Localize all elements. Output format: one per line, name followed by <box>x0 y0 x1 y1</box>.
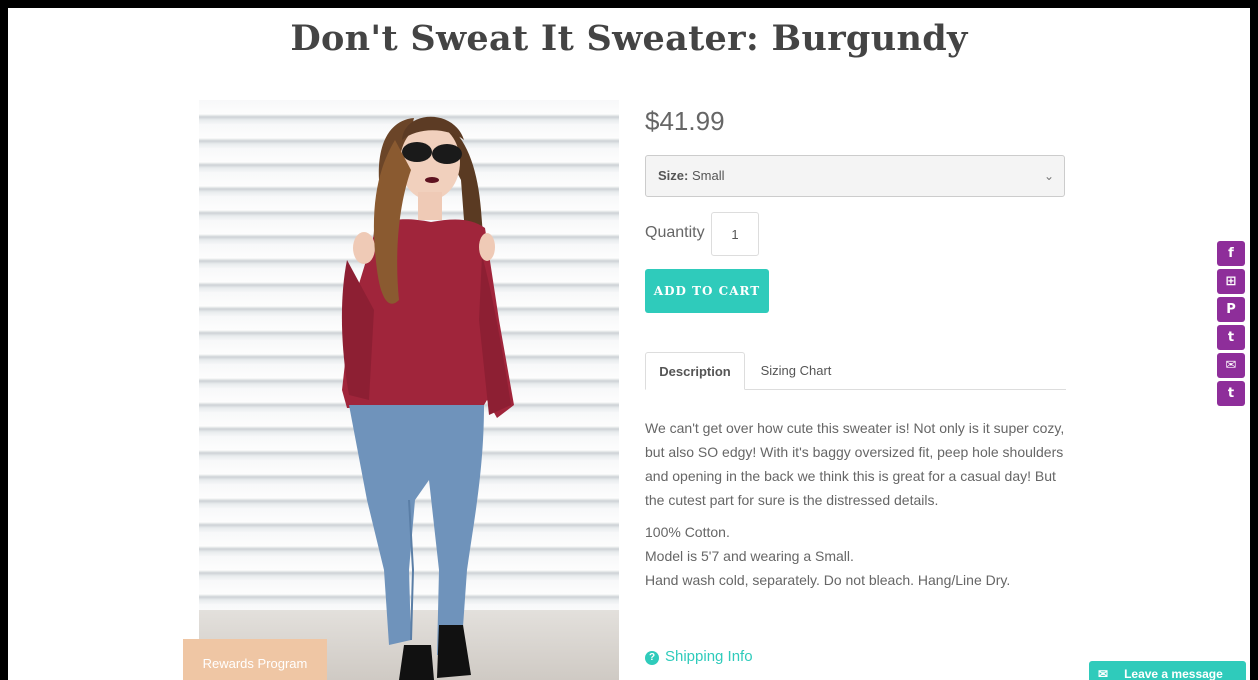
tumblr-icon[interactable]: t <box>1217 381 1245 406</box>
product-page: Don't Sweat It Sweater: Burgundy Rewards… <box>8 8 1250 680</box>
add-to-cart-button[interactable]: ADD TO CART <box>645 269 769 313</box>
pinterest-icon[interactable]: P <box>1217 297 1245 322</box>
leave-message-button[interactable]: ✉ Leave a message <box>1089 661 1246 680</box>
envelope-icon: ✉ <box>1098 667 1109 680</box>
leave-message-label: Leave a message <box>1124 667 1223 680</box>
twitter-icon[interactable]: t <box>1217 325 1245 350</box>
quantity-label: Quantity <box>645 224 705 241</box>
share-bar: f ⊞ P t ✉ t <box>1217 241 1245 409</box>
shipping-info-link[interactable]: ? Shipping Info <box>645 648 753 665</box>
product-tabs: Description Sizing Chart <box>645 352 1066 390</box>
facebook-icon[interactable]: f <box>1217 241 1245 266</box>
shipping-info-label: Shipping Info <box>665 648 753 665</box>
chevron-down-icon: ⌄ <box>1043 169 1054 183</box>
rewards-program-tab[interactable]: Rewards Program <box>183 639 327 680</box>
model-figure <box>341 116 514 680</box>
quantity-input[interactable]: 1 <box>711 212 759 256</box>
size-value: Small <box>691 168 725 183</box>
page-title: Don't Sweat It Sweater: Burgundy <box>290 18 968 59</box>
size-label: Size: <box>658 168 689 183</box>
detail-line: Model is 5'7 and wearing a Small. <box>645 548 854 564</box>
size-select[interactable]: Size: Small ⌄ <box>645 155 1065 197</box>
detail-line: Hand wash cold, separately. Do not bleac… <box>645 572 1011 588</box>
product-image[interactable] <box>199 100 619 680</box>
tab-sizing-chart[interactable]: Sizing Chart <box>746 352 846 388</box>
grid-icon[interactable]: ⊞ <box>1217 269 1245 294</box>
description-details: 100% Cotton. Model is 5'7 and wearing a … <box>645 520 1075 592</box>
email-icon[interactable]: ✉ <box>1217 353 1245 378</box>
product-price: $41.99 <box>645 106 725 136</box>
tab-description[interactable]: Description <box>645 352 745 390</box>
question-circle-icon: ? <box>645 651 659 665</box>
detail-line: 100% Cotton. <box>645 524 730 540</box>
description-text: We can't get over how cute this sweater … <box>645 420 1065 508</box>
